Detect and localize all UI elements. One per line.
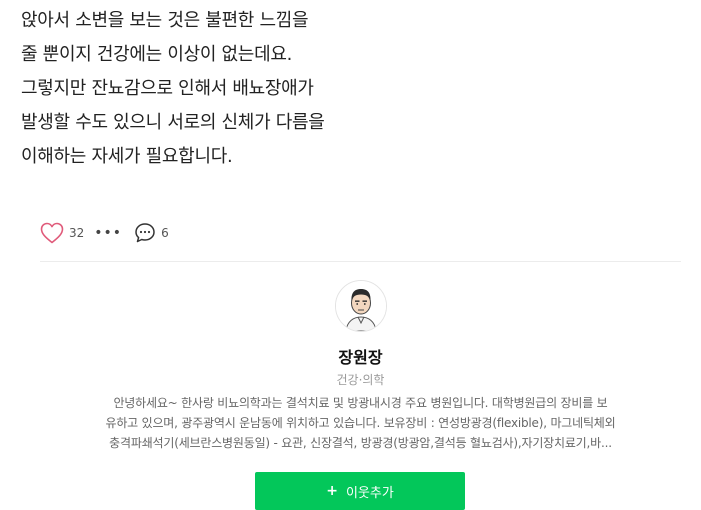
intro-line: 안녕하세요~ 한사랑 비뇨의학과는 결석치료 및 방광내시경 주요 병원입니다.… <box>113 396 608 410</box>
post-actions: 32 ••• 6 <box>40 219 169 247</box>
more-options-icon[interactable]: ••• <box>94 226 122 240</box>
heart-outline-icon[interactable] <box>40 222 64 244</box>
intro-line: 유하고 있으며, 광주광역시 운남동에 위치하고 있습니다. 보유장비 : 연성… <box>105 416 616 430</box>
post-text-line: 이해하는 자세가 필요합니다. <box>21 146 233 167</box>
blog-name[interactable]: 장원장 <box>40 344 681 368</box>
blog-category: 건강·의학 <box>336 373 385 387</box>
intro-line: 충격파쇄석기(세브란스병원동일) - 요관, 신장결석, 방광경(방광암,결석등… <box>109 436 612 450</box>
post-text-line: 줄 뿐이지 건강에는 이상이 없는데요. <box>21 44 293 65</box>
blogger-profile: 장원장 건강·의학 <box>40 280 681 388</box>
comment-icon[interactable] <box>134 222 156 244</box>
comment-count[interactable]: 6 <box>161 226 169 240</box>
post-text-line: 그렇지만 잔뇨감으로 인해서 배뇨장애가 <box>21 78 314 99</box>
avatar[interactable] <box>334 280 387 332</box>
add-neighbor-button[interactable]: + 이웃추가 <box>255 472 465 510</box>
post-text-line: 앉아서 소변을 보는 것은 불편한 느낌을 <box>21 10 309 31</box>
add-neighbor-label: 이웃추가 <box>345 485 394 501</box>
post-body: 앉아서 소변을 보는 것은 불편한 느낌을 줄 뿐이지 건강에는 이상이 없는데… <box>21 4 681 174</box>
section-divider <box>40 261 681 262</box>
post-text-line: 발생할 수도 있으니 서로의 신체가 다름을 <box>21 112 325 133</box>
plus-icon: + <box>326 483 338 499</box>
like-count[interactable]: 32 <box>69 226 84 240</box>
blog-intro: 안녕하세요~ 한사랑 비뇨의학과는 결석치료 및 방광내시경 주요 병원입니다.… <box>60 393 661 453</box>
